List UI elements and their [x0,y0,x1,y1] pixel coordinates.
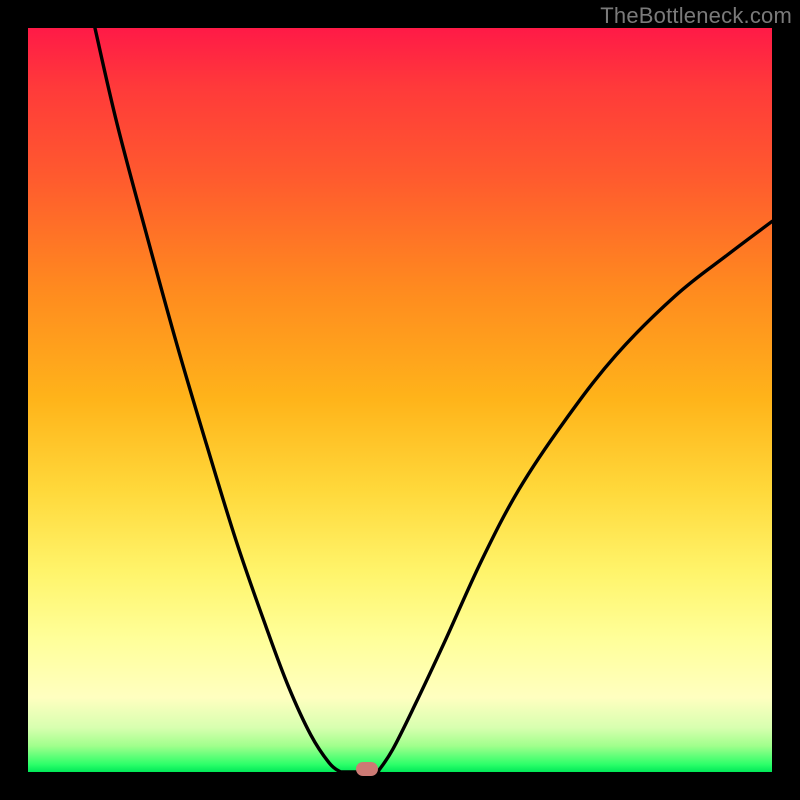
watermark-text: TheBottleneck.com [600,3,792,29]
minimum-marker [356,762,378,776]
bottleneck-curve [95,28,772,774]
chart-frame: TheBottleneck.com [0,0,800,800]
plot-area [28,28,772,772]
curve-layer [28,28,772,772]
